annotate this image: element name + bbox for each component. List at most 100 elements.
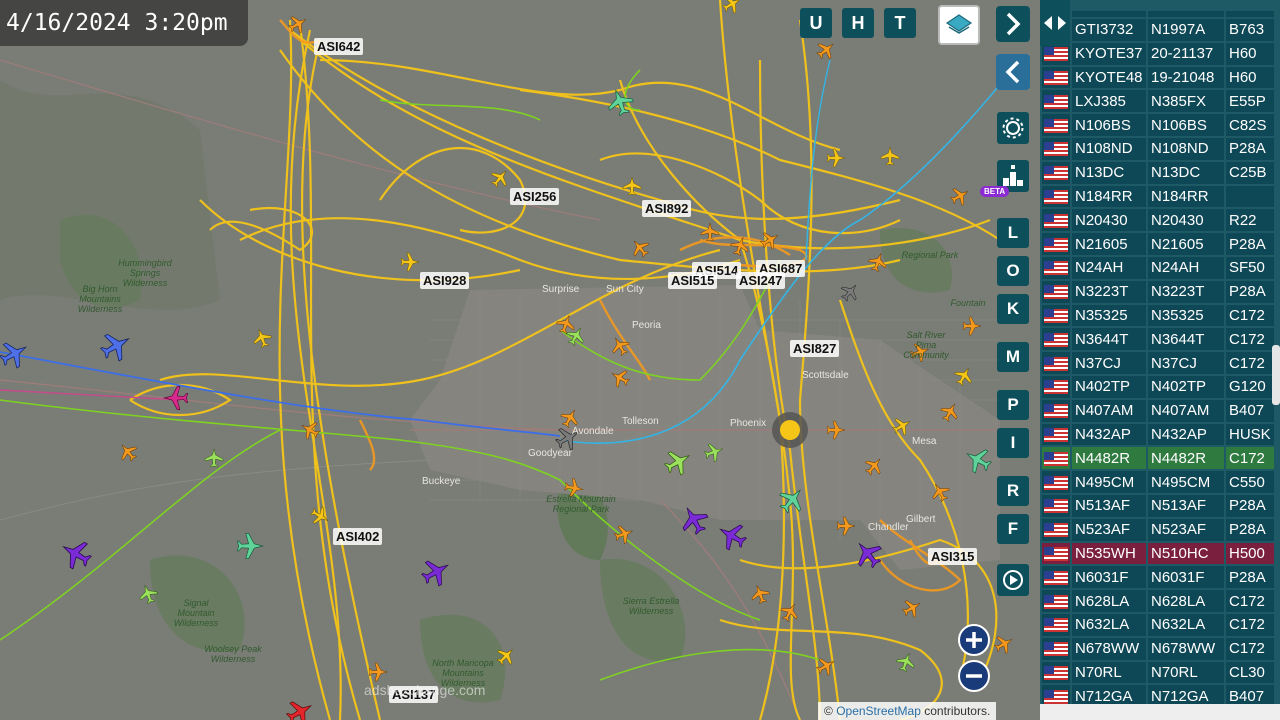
table-row[interactable]: N513AF N513AF P28A [1042, 494, 1274, 517]
table-row[interactable]: N495CM N495CM C550 [1042, 471, 1274, 493]
table-row[interactable]: N523AF N523AF P28A [1042, 518, 1274, 541]
expand-panel-button[interactable] [996, 6, 1030, 42]
settings-button[interactable] [997, 112, 1029, 144]
table-row[interactable]: N678WW N678WW C172 [1042, 637, 1274, 660]
table-row[interactable]: LXJ385 N385FX E55P [1042, 90, 1274, 113]
callsign-cell: N6031F [1072, 566, 1146, 589]
type-cell: P28A [1226, 233, 1274, 255]
table-row[interactable]: KYOTE48 19-21048 H60 [1042, 66, 1274, 89]
callsign-cell: N70RL [1072, 661, 1146, 684]
toggle-k-button[interactable]: K [997, 294, 1029, 324]
registration-cell: N632LA [1148, 613, 1224, 636]
callsign-cell: KYOTE37 [1072, 42, 1146, 65]
table-row[interactable]: N184RR N184RR [1042, 185, 1274, 208]
table-row[interactable]: N106BS N106BS C82S [1042, 114, 1274, 136]
us-flag-icon [1044, 642, 1068, 657]
type-cell: CL30 [1226, 661, 1274, 684]
aircraft-label[interactable]: ASI256 [510, 188, 560, 205]
city-label: Surprise [542, 284, 580, 295]
registration-cell: N20430 [1148, 209, 1224, 232]
table-row[interactable]: N3644T N3644T C172 [1042, 328, 1274, 351]
table-row[interactable]: N6031F N6031F P28A [1042, 566, 1274, 589]
aircraft-label[interactable]: ASI642 [314, 38, 364, 55]
toggle-p-button[interactable]: P [997, 390, 1029, 420]
registration-cell: N407AM [1148, 399, 1224, 422]
collapse-panel-button[interactable] [996, 54, 1030, 90]
table-row[interactable]: KYOTE37 20-21137 H60 [1042, 42, 1274, 65]
flag-cell [1042, 375, 1070, 398]
toggle-u-button[interactable]: U [800, 8, 832, 38]
table-row[interactable]: N535WH N510HC H500 [1042, 542, 1274, 565]
flag-cell [1042, 66, 1070, 89]
us-flag-icon [1044, 213, 1068, 228]
table-row[interactable]: N37CJ N37CJ C172 [1042, 352, 1274, 374]
type-cell: C172 [1226, 328, 1274, 351]
osm-link[interactable]: OpenStreetMap [836, 704, 921, 718]
flag-cell [1042, 590, 1070, 612]
aircraft-label[interactable]: ASI247 [736, 272, 786, 289]
chevron-left-icon [1005, 60, 1020, 84]
watermark: adsbexchange.com [364, 682, 486, 698]
zoom-out-button[interactable] [958, 660, 990, 692]
table-row[interactable]: N628LA N628LA C172 [1042, 590, 1274, 612]
table-row[interactable]: N4482R N4482R C172 [1042, 447, 1274, 470]
callsign-cell: N4482R [1072, 447, 1146, 470]
toggle-t-button[interactable]: T [884, 8, 916, 38]
toggle-r-button[interactable]: R [997, 476, 1029, 506]
aircraft-label[interactable]: ASI827 [790, 340, 840, 357]
registration-cell: N1997A [1148, 19, 1224, 41]
flag-cell [1042, 661, 1070, 684]
toggle-i-button[interactable]: I [997, 428, 1029, 458]
city-label: Goodyear [528, 448, 572, 459]
flag-cell [1042, 161, 1070, 184]
table-row[interactable]: N70RL N70RL CL30 [1042, 661, 1274, 684]
type-cell: G120 [1226, 375, 1274, 398]
table-row[interactable]: N402TP N402TP G120 [1042, 375, 1274, 398]
registration-cell: N3644T [1148, 328, 1224, 351]
layers-button[interactable] [938, 5, 980, 45]
table-row[interactable]: N20430 N20430 R22 [1042, 209, 1274, 232]
zoom-in-button[interactable] [958, 624, 990, 656]
registration-cell: N3223T [1148, 280, 1224, 303]
toggle-o-button[interactable]: O [997, 256, 1029, 286]
registration-cell: N35325 [1148, 304, 1224, 327]
registration-cell: N70RL [1148, 661, 1224, 684]
us-flag-icon [1044, 190, 1068, 204]
callsign-cell: N402TP [1072, 375, 1146, 398]
table-row[interactable]: GTI3732 N1997A B763 [1042, 19, 1274, 41]
us-flag-icon [1044, 499, 1068, 514]
table-row[interactable]: N2072N72B200 [1042, 11, 1274, 17]
panel-resize-handle[interactable] [1040, 0, 1070, 46]
table-row[interactable]: N3223T N3223T P28A [1042, 280, 1274, 303]
horizontal-scrollbar[interactable] [1040, 704, 1280, 720]
table-row[interactable]: N632LA N632LA C172 [1042, 613, 1274, 636]
table-row[interactable]: N432AP N432AP HUSK [1042, 423, 1274, 446]
registration-cell: N6031F [1148, 566, 1224, 589]
flight-map[interactable]: Surprise Sun City Peoria Goodyear Avonda… [0, 0, 1040, 720]
callsign-cell: N37CJ [1072, 352, 1146, 374]
table-row[interactable]: N21605 N21605 P28A [1042, 233, 1274, 255]
flag-cell [1042, 542, 1070, 565]
replay-button[interactable] [997, 564, 1029, 596]
place-label: Big Horn Mountains Wilderness [77, 284, 123, 314]
registration-cell: N495CM [1148, 471, 1224, 493]
vertical-scrollbar[interactable] [1272, 345, 1280, 405]
callsign-cell: N106BS [1072, 114, 1146, 136]
type-cell: P28A [1226, 494, 1274, 517]
aircraft-label[interactable]: ASI402 [333, 528, 383, 545]
table-row[interactable]: N407AM N407AM B407 [1042, 399, 1274, 422]
toggle-l-button[interactable]: L [997, 218, 1029, 248]
us-flag-icon [1044, 332, 1068, 347]
toggle-f-button[interactable]: F [997, 514, 1029, 544]
table-row[interactable]: N24AH N24AH SF50 [1042, 256, 1274, 279]
table-row[interactable]: N35325 N35325 C172 [1042, 304, 1274, 327]
aircraft-label[interactable]: ASI928 [420, 272, 470, 289]
table-row[interactable]: N13DC N13DC C25B [1042, 161, 1274, 184]
flag-cell [1042, 304, 1070, 327]
aircraft-label[interactable]: ASI515 [668, 272, 718, 289]
aircraft-label[interactable]: ASI315 [928, 548, 978, 565]
aircraft-label[interactable]: ASI892 [642, 200, 692, 217]
toggle-m-button[interactable]: M [997, 342, 1029, 372]
table-row[interactable]: N108ND N108ND P28A [1042, 137, 1274, 160]
toggle-h-button[interactable]: H [842, 8, 874, 38]
